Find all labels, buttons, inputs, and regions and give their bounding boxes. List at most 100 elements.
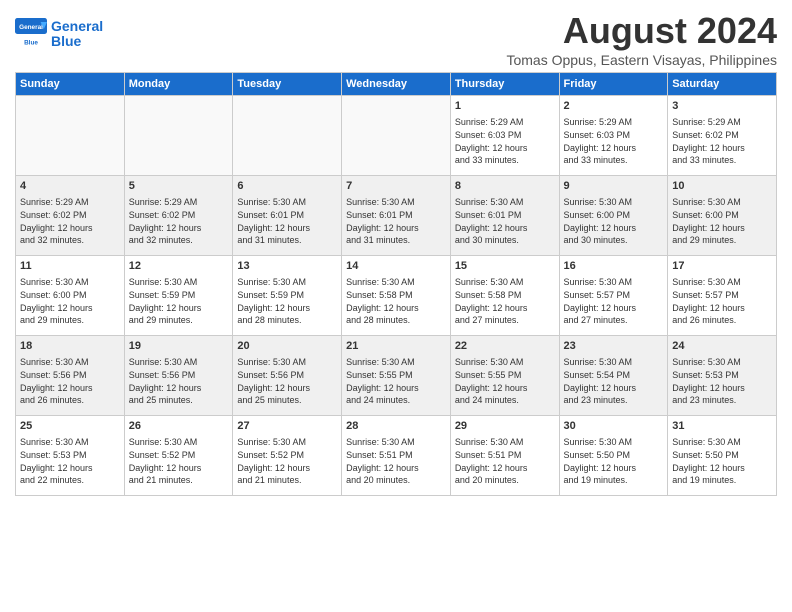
day-number: 16 [564,259,664,274]
day-info: Sunset: 5:53 PM [672,369,772,382]
day-info: Sunset: 6:01 PM [455,209,555,222]
day-info: and 21 minutes. [129,474,229,487]
day-info: Sunset: 5:59 PM [129,289,229,302]
day-number: 10 [672,179,772,194]
day-info: and 27 minutes. [564,314,664,327]
day-info: Daylight: 12 hours [129,462,229,475]
day-info: Daylight: 12 hours [237,222,337,235]
day-info: and 22 minutes. [20,474,120,487]
calendar-cell: 30Sunrise: 5:30 AMSunset: 5:50 PMDayligh… [559,416,668,496]
logo-blue: Blue [51,34,103,49]
day-info: Sunset: 5:52 PM [237,449,337,462]
day-info: and 31 minutes. [346,234,446,247]
calendar-cell: 18Sunrise: 5:30 AMSunset: 5:56 PMDayligh… [16,336,125,416]
calendar-cell [124,96,233,176]
month-year-title: August 2024 [506,10,777,52]
day-info: Sunrise: 5:30 AM [564,356,664,369]
day-number: 6 [237,179,337,194]
day-number: 30 [564,419,664,434]
calendar-cell [16,96,125,176]
day-number: 24 [672,339,772,354]
day-info: and 25 minutes. [237,394,337,407]
day-info: Sunset: 5:52 PM [129,449,229,462]
day-info: Sunrise: 5:30 AM [129,356,229,369]
col-header-saturday: Saturday [668,73,777,96]
day-info: Sunset: 6:00 PM [672,209,772,222]
day-info: Sunset: 5:51 PM [455,449,555,462]
svg-text:General: General [19,24,43,31]
col-header-monday: Monday [124,73,233,96]
calendar-cell: 27 Sunrise: 5:30 AMSunset: 5:52 PMDayligh… [233,416,342,496]
day-info: Daylight: 12 hours [455,462,555,475]
day-info: Sunrise: 5:30 AM [237,436,337,449]
day-number: 21 [346,339,446,354]
col-header-friday: Friday [559,73,668,96]
day-number: 28 [346,419,446,434]
day-info: Daylight: 12 hours [346,302,446,315]
day-info: Sunset: 5:56 PM [20,369,120,382]
day-number: 26 [129,419,229,434]
day-info: Sunrise: 5:30 AM [455,276,555,289]
day-number: 9 [564,179,664,194]
day-info: Daylight: 12 hours [455,302,555,315]
day-info: Daylight: 12 hours [237,382,337,395]
day-info: Sunrise: 5:29 AM [455,116,555,129]
day-info: Sunset: 5:54 PM [564,369,664,382]
day-info: Sunset: 5:57 PM [564,289,664,302]
day-info: Sunrise: 5:30 AM [20,276,120,289]
day-number: 14 [346,259,446,274]
day-info: and 31 minutes. [237,234,337,247]
day-info: Daylight: 12 hours [455,142,555,155]
calendar-cell: 6Sunrise: 5:30 AMSunset: 6:01 PMDaylight… [233,176,342,256]
calendar-cell: 17Sunrise: 5:30 AMSunset: 5:57 PMDayligh… [668,256,777,336]
day-info: and 26 minutes. [672,314,772,327]
day-info: Sunrise: 5:29 AM [672,116,772,129]
day-info: and 33 minutes. [455,154,555,167]
day-info: Sunset: 6:01 PM [237,209,337,222]
day-info: and 23 minutes. [564,394,664,407]
day-info: and 24 minutes. [455,394,555,407]
calendar-cell: 7Sunrise: 5:30 AMSunset: 6:01 PMDaylight… [342,176,451,256]
day-info: Sunrise: 5:30 AM [237,356,337,369]
day-number: 27 [237,419,337,434]
day-info: Daylight: 12 hours [129,222,229,235]
day-info: Daylight: 12 hours [237,462,337,475]
day-info: Sunrise: 5:29 AM [564,116,664,129]
svg-text:Blue: Blue [24,39,38,46]
day-info: and 32 minutes. [20,234,120,247]
day-info: Daylight: 12 hours [564,222,664,235]
day-info: and 19 minutes. [672,474,772,487]
day-info: Sunset: 5:50 PM [672,449,772,462]
day-info: Sunset: 5:50 PM [564,449,664,462]
day-number: 15 [455,259,555,274]
day-number: 18 [20,339,120,354]
col-header-tuesday: Tuesday [233,73,342,96]
day-info: Sunset: 5:56 PM [237,369,337,382]
day-info: Daylight: 12 hours [20,382,120,395]
day-info: Daylight: 12 hours [672,302,772,315]
col-header-wednesday: Wednesday [342,73,451,96]
day-info: Sunset: 6:02 PM [672,129,772,142]
day-number: 29 [455,419,555,434]
day-info: Sunrise: 5:30 AM [455,436,555,449]
day-info: Daylight: 12 hours [672,222,772,235]
day-info: and 19 minutes. [564,474,664,487]
day-info: Sunset: 5:53 PM [20,449,120,462]
calendar-cell: 11Sunrise: 5:30 AMSunset: 6:00 PMDayligh… [16,256,125,336]
day-number: 17 [672,259,772,274]
day-info: and 26 minutes. [20,394,120,407]
day-info: Daylight: 12 hours [346,222,446,235]
day-info: and 20 minutes. [455,474,555,487]
day-info: and 24 minutes. [346,394,446,407]
calendar-cell: 3Sunrise: 5:29 AMSunset: 6:02 PMDaylight… [668,96,777,176]
day-number: 19 [129,339,229,354]
day-info: and 29 minutes. [672,234,772,247]
day-info: and 29 minutes. [20,314,120,327]
day-info: Sunrise: 5:30 AM [346,356,446,369]
day-number: 23 [564,339,664,354]
day-number: 22 [455,339,555,354]
day-info: and 33 minutes. [672,154,772,167]
day-info: Daylight: 12 hours [346,462,446,475]
day-number: 5 [129,179,229,194]
day-info: Sunset: 6:00 PM [20,289,120,302]
